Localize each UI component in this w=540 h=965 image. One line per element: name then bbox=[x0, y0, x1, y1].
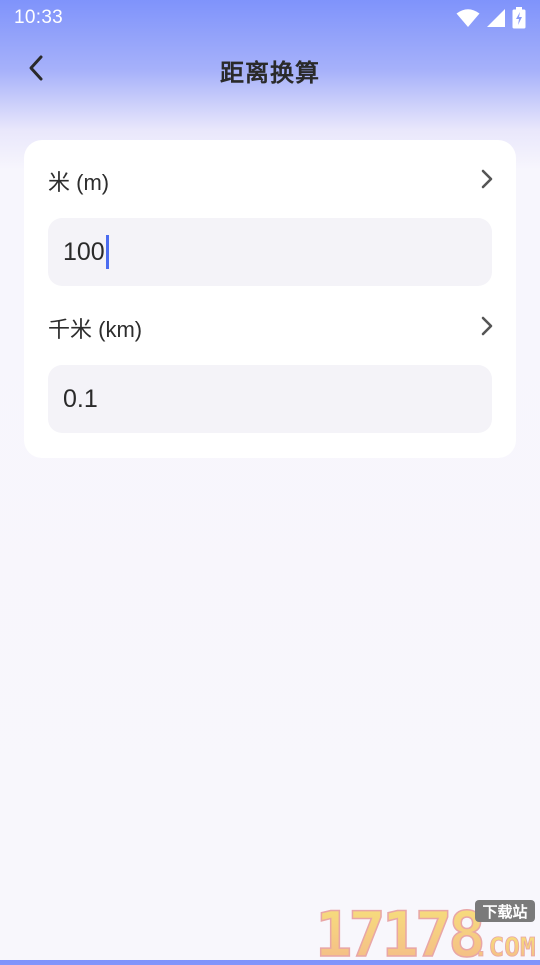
unit-selector-kilometer[interactable]: 千米 (km) bbox=[48, 308, 494, 348]
status-icons bbox=[456, 7, 526, 29]
page-title: 距离换算 bbox=[220, 59, 320, 87]
kilometer-value-text: 0.1 bbox=[63, 384, 98, 413]
chevron-right-icon bbox=[480, 315, 494, 342]
unit-label: 米 (m) bbox=[48, 170, 110, 195]
meter-value-text: 100 bbox=[63, 237, 105, 266]
unit-selector-meter[interactable]: 米 (m) bbox=[48, 161, 494, 201]
svg-text:17178: 17178 bbox=[315, 898, 482, 960]
meter-value-input[interactable]: 100 bbox=[48, 218, 492, 286]
status-time: 10:33 bbox=[14, 7, 64, 28]
watermark-logo: 17178 下载站 .COM bbox=[313, 897, 538, 965]
app-header: 距离换算 bbox=[0, 40, 540, 100]
chevron-left-icon bbox=[26, 54, 46, 87]
svg-text:.COM: .COM bbox=[473, 933, 536, 960]
status-bar: 10:33 bbox=[0, 0, 540, 36]
svg-text:下载站: 下载站 bbox=[482, 903, 527, 921]
unit-label: 千米 (km) bbox=[48, 317, 143, 342]
wifi-icon bbox=[456, 8, 480, 28]
kilometer-value-input[interactable]: 0.1 bbox=[48, 365, 492, 433]
back-button[interactable] bbox=[18, 52, 54, 88]
battery-charging-icon bbox=[512, 7, 526, 29]
converter-card: 米 (m) 100 千米 (km) 0.1 bbox=[24, 140, 516, 458]
text-cursor bbox=[105, 235, 109, 269]
chevron-right-icon bbox=[480, 168, 494, 195]
cell-signal-icon bbox=[486, 8, 506, 28]
